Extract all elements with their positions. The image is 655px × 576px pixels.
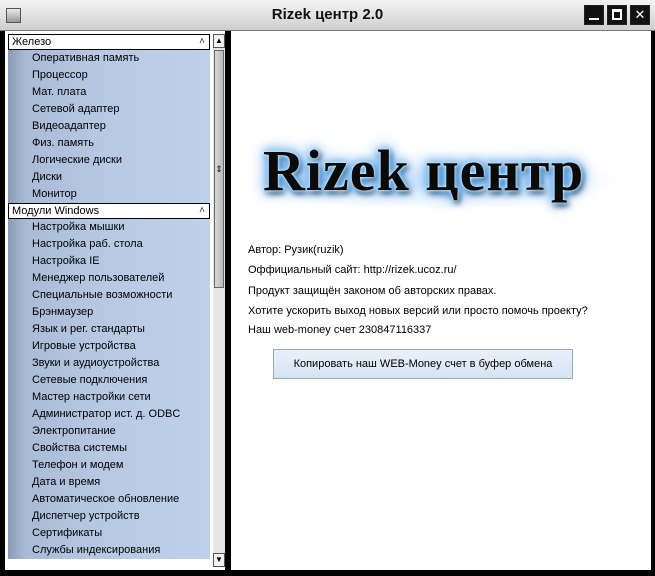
list-item[interactable]: Мат. плата — [8, 84, 210, 101]
group-items: Оперативная память Процессор Мат. плата Сет… — [8, 50, 210, 203]
list-item[interactable]: Администратор ист. д. ODBC — [8, 406, 210, 423]
list-item[interactable]: Электропитание — [8, 423, 210, 440]
list-item[interactable]: Процессор — [8, 67, 210, 84]
window-title: Rizek центр 2.0 — [271, 6, 384, 23]
group-header[interactable]: Модули Windows ˄ — [8, 203, 210, 219]
category-list[interactable]: Железо ˄ Оперативная память Процессор Мат. п… — [8, 34, 210, 567]
help-text: Хотите ускорить выход новых версий или п… — [248, 305, 588, 317]
logo-text: Rizek центр — [263, 138, 585, 203]
list-item[interactable]: Оперативная память — [8, 50, 210, 67]
group-title: Железо — [12, 36, 52, 48]
list-item[interactable]: Службы индексирования — [8, 542, 210, 559]
sidebar: Железо ˄ Оперативная память Процессор Мат. п… — [5, 31, 225, 570]
chevron-up-icon[interactable]: ˄ — [199, 204, 205, 218]
list-item[interactable]: Настройка IE — [8, 253, 210, 270]
list-item[interactable]: Монитор — [8, 186, 210, 203]
list-item[interactable]: Диспетчер устройств — [8, 508, 210, 525]
logo: Rizek центр — [241, 121, 641, 231]
webmoney-text: Наш web-money счет 230847116337 — [248, 324, 432, 336]
copyright-text: Продукт защищён законом об авторских пра… — [248, 285, 497, 297]
scroll-up-button[interactable]: ▲ — [213, 34, 225, 48]
list-item[interactable]: Менеджер пользователей — [8, 270, 210, 287]
list-item[interactable]: Брэнмаузер — [8, 304, 210, 321]
list-item[interactable]: Язык и рег. стандарты — [8, 321, 210, 338]
minimize-button[interactable] — [584, 5, 604, 25]
list-item[interactable]: Диски — [8, 169, 210, 186]
close-button[interactable]: ✕ — [630, 5, 650, 25]
maximize-icon — [612, 9, 622, 20]
list-item[interactable]: Физ. память — [8, 135, 210, 152]
site-text: Оффициальный сайт: http://rizek.ucoz.ru/ — [248, 264, 457, 276]
list-item[interactable]: Автоматическое обновление — [8, 491, 210, 508]
list-item[interactable]: Дата и время — [8, 474, 210, 491]
list-item[interactable]: Сетевые подключения — [8, 372, 210, 389]
maximize-button[interactable] — [607, 5, 627, 25]
sidebar-scrollbar[interactable]: ▲ ⇕ ▼ — [213, 34, 225, 567]
main-panel: Rizek центр Автор: Рузик(ruzik) Оффициал… — [231, 31, 651, 570]
app-window: Rizek центр 2.0 ✕ Железо ˄ Оперативная пам… — [0, 0, 655, 576]
list-item[interactable]: Мастер настройки сети — [8, 389, 210, 406]
title-bar[interactable]: Rizek центр 2.0 ✕ — [0, 0, 655, 31]
chevron-up-icon[interactable]: ˄ — [199, 35, 205, 49]
copy-webmoney-button[interactable]: Копировать наш WEB-Money счет в буфер об… — [273, 349, 573, 379]
group-header[interactable]: Железо ˄ — [8, 34, 210, 50]
group-items: Настройка мышки Настройка раб. стола Настр… — [8, 219, 210, 559]
scroll-thumb[interactable]: ⇕ — [214, 50, 224, 288]
list-item[interactable]: Телефон и модем — [8, 457, 210, 474]
scroll-down-button[interactable]: ▼ — [213, 553, 225, 567]
list-item[interactable]: Логические диски — [8, 152, 210, 169]
list-item[interactable]: Видеоадаптер — [8, 118, 210, 135]
list-item[interactable]: Настройка мышки — [8, 219, 210, 236]
close-icon: ✕ — [634, 7, 646, 22]
group-title: Модули Windows — [12, 205, 100, 217]
list-item[interactable]: Сертификаты — [8, 525, 210, 542]
list-item[interactable]: Игровые устройства — [8, 338, 210, 355]
list-item[interactable]: Звуки и аудиоустройства — [8, 355, 210, 372]
list-item[interactable]: Специальные возможности — [8, 287, 210, 304]
author-text: Автор: Рузик(ruzik) — [248, 244, 344, 256]
minimize-icon — [589, 18, 599, 20]
list-item[interactable]: Настройка раб. стола — [8, 236, 210, 253]
list-item[interactable]: Свойства системы — [8, 440, 210, 457]
scroll-track[interactable]: ⇕ — [213, 48, 225, 553]
list-item[interactable]: Сетевой адаптер — [8, 101, 210, 118]
